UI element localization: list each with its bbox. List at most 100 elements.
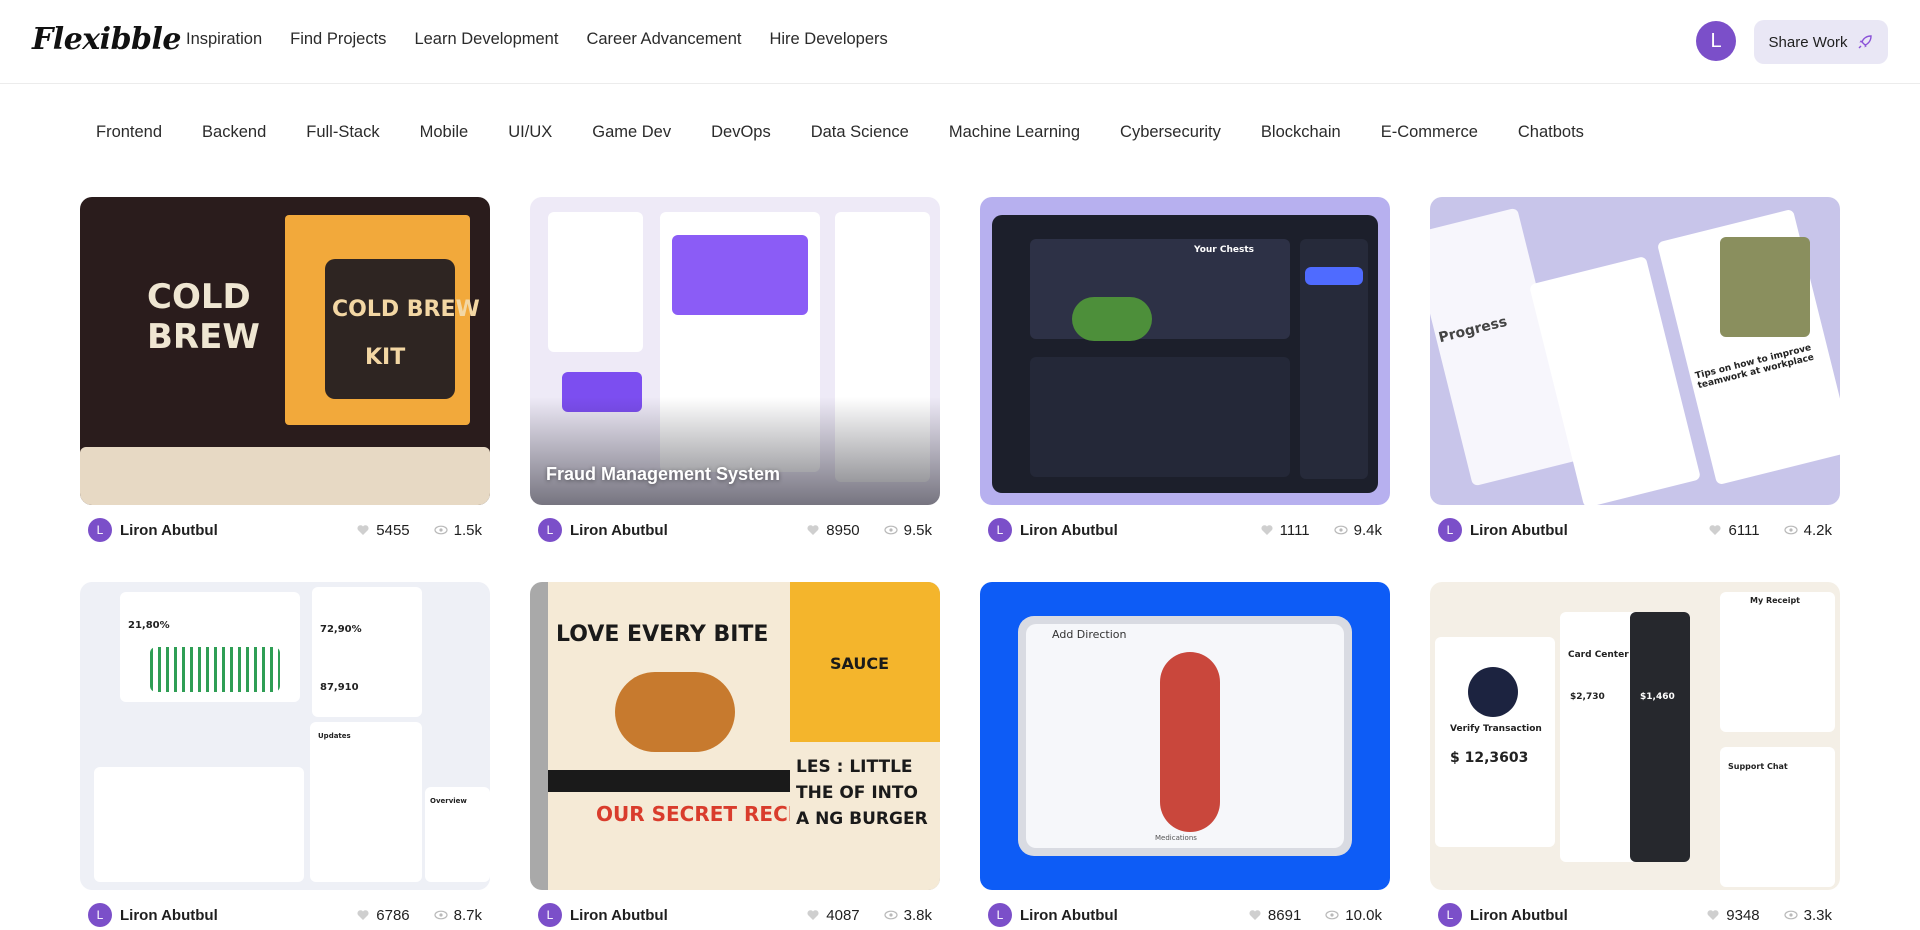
category-blockchain[interactable]: Blockchain [1261,123,1341,142]
view-count: 4.2k [1803,521,1832,539]
category-devops[interactable]: DevOps [711,123,771,142]
project-meta: L Liron Abutbul 6786 8.7k [80,900,490,930]
project-thumbnail[interactable]: Progress Tips on how to improve teamwork… [1430,197,1840,505]
project-card[interactable]: Fraud Management System L Liron Abutbul … [530,197,940,545]
category-e-commerce[interactable]: E-Commerce [1381,123,1478,142]
category-ui-ux[interactable]: UI/UX [508,123,552,142]
project-thumbnail[interactable]: Add Direction Medications [980,582,1390,890]
thumb-text: 21,80% [128,620,170,631]
heart-icon[interactable] [1260,523,1274,537]
project-card[interactable]: LOVE EVERY BITE OUR SECRET RECIPE SAUCE … [530,582,940,930]
thumb-panel [548,212,643,352]
thumb-text: Card Center [1568,650,1629,660]
top-navbar: Flexibble Inspiration Find Projects Lear… [0,0,1920,84]
heart-icon[interactable] [1708,523,1722,537]
user-avatar[interactable]: L [1696,21,1736,61]
heart-icon[interactable] [356,908,370,922]
project-card[interactable]: Progress Tips on how to improve teamwork… [1430,197,1840,545]
thumb-panel [94,767,304,882]
rocket-icon [1858,35,1873,49]
project-meta: L Liron Abutbul 8950 9.5k [530,515,940,545]
thumb-text: Updates [318,732,351,740]
like-count: 6786 [376,906,410,924]
view-count: 3.8k [903,906,932,924]
author-name[interactable]: Liron Abutbul [1020,907,1118,924]
project-stats: 6111 4.2k [1708,522,1832,539]
nav-link-hire-developers[interactable]: Hire Developers [769,30,887,49]
project-card[interactable]: Add Direction Medications L Liron Abutbu… [980,582,1390,930]
project-meta: L Liron Abutbul 8691 10.0k [980,900,1390,930]
heart-icon[interactable] [806,908,820,922]
category-chatbots[interactable]: Chatbots [1518,123,1584,142]
author-avatar[interactable]: L [988,518,1012,542]
author-avatar[interactable]: L [1438,518,1462,542]
heart-icon[interactable] [356,523,370,537]
author-name[interactable]: Liron Abutbul [120,522,218,539]
thumb-grid [1030,357,1290,477]
project-thumbnail[interactable]: Verify Transaction $ 12,3603 Card Center… [1430,582,1840,890]
category-frontend[interactable]: Frontend [96,123,162,142]
author-avatar[interactable]: L [88,903,112,927]
like-count: 8950 [826,521,860,539]
author-name[interactable]: Liron Abutbul [120,907,218,924]
category-backend[interactable]: Backend [202,123,266,142]
heart-icon[interactable] [806,523,820,537]
heart-icon[interactable] [1706,908,1720,922]
author-avatar[interactable]: L [538,903,562,927]
category-cybersecurity[interactable]: Cybersecurity [1120,123,1221,142]
project-card[interactable]: Your Chests L Liron Abutbul 1111 9.4k [980,197,1390,545]
thumb-band [80,447,490,505]
category-game-dev[interactable]: Game Dev [592,123,671,142]
nav-link-career-advancement[interactable]: Career Advancement [586,30,741,49]
project-card[interactable]: 21,80% 72,90% 87,910 Updates Overview L … [80,582,490,930]
thumb-text: 72,90% [320,624,362,635]
like-count: 4087 [826,906,860,924]
thumb-text: COLD BREW [332,297,480,322]
view-count: 8.7k [453,906,482,924]
thumb-fingerprint [1468,667,1518,717]
author-name[interactable]: Liron Abutbul [1470,907,1568,924]
like-count: 6111 [1728,521,1760,539]
view-count: 10.0k [1345,906,1382,924]
author-avatar[interactable]: L [88,518,112,542]
nav-link-inspiration[interactable]: Inspiration [186,30,262,49]
project-card[interactable]: COLD BREW COLD BREW KIT L Liron Abutbul … [80,197,490,545]
category-data-science[interactable]: Data Science [811,123,909,142]
thumb-text: Overview [430,797,467,805]
thumb-text: SAUCE [830,654,890,673]
project-card[interactable]: Verify Transaction $ 12,3603 Card Center… [1430,582,1840,930]
thumb-text: BREW [147,317,260,357]
view-count: 9.5k [903,521,932,539]
nav-link-learn-development[interactable]: Learn Development [414,30,558,49]
heart-icon[interactable] [1248,908,1262,922]
author-name[interactable]: Liron Abutbul [570,522,668,539]
project-meta: L Liron Abutbul 6111 4.2k [1430,515,1840,545]
author-avatar[interactable]: L [988,903,1012,927]
nav-link-find-projects[interactable]: Find Projects [290,30,386,49]
category-mobile[interactable]: Mobile [420,123,469,142]
main-nav: Inspiration Find Projects Learn Developm… [186,30,888,49]
project-thumbnail[interactable]: Fraud Management System [530,197,940,505]
project-thumbnail[interactable]: Your Chests [980,197,1390,505]
author-avatar[interactable]: L [1438,903,1462,927]
author-name[interactable]: Liron Abutbul [1020,522,1118,539]
thumb-text: Support Chat [1728,762,1788,771]
thumb-text: LES : LITTLE THE OF INTO A NG BURGER [796,757,928,829]
project-stats: 8691 10.0k [1248,907,1382,924]
project-thumbnail[interactable]: COLD BREW COLD BREW KIT [80,197,490,505]
thumb-highlight [1305,267,1363,285]
category-machine-learning[interactable]: Machine Learning [949,123,1080,142]
share-work-button[interactable]: Share Work [1754,20,1888,64]
category-full-stack[interactable]: Full-Stack [306,123,379,142]
author-name[interactable]: Liron Abutbul [1470,522,1568,539]
project-thumbnail[interactable]: 21,80% 72,90% 87,910 Updates Overview [80,582,490,890]
author-avatar[interactable]: L [538,518,562,542]
flexibble-logo[interactable]: Flexibble [32,22,182,57]
author-name[interactable]: Liron Abutbul [570,907,668,924]
thumb-card [1630,612,1690,862]
project-meta: L Liron Abutbul 5455 1.5k [80,515,490,545]
like-count: 5455 [376,521,410,539]
eye-icon [884,910,898,920]
project-thumbnail[interactable]: LOVE EVERY BITE OUR SECRET RECIPE SAUCE … [530,582,940,890]
thumb-text: KIT [365,345,406,370]
